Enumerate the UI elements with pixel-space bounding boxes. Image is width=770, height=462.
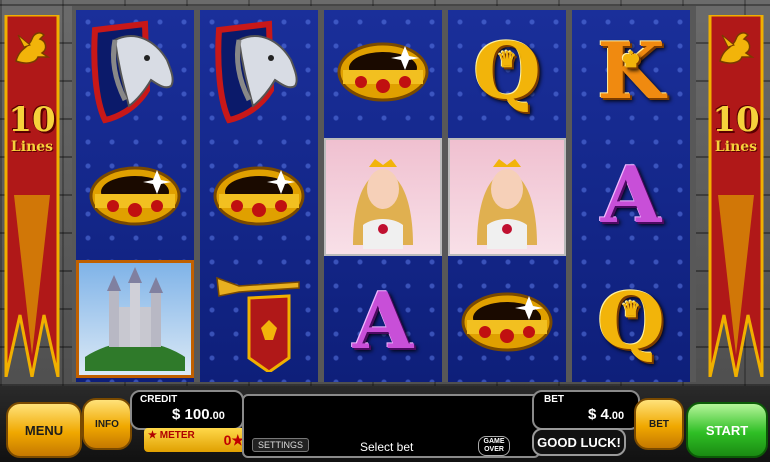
symbol-princess (324, 138, 442, 256)
game-over-indicator: GAME OVER (478, 436, 510, 456)
symbol-ring (448, 260, 566, 384)
trumpet-banner-icon (216, 276, 300, 372)
dragon-icon (15, 32, 51, 64)
credit-value: $ 100.00 (172, 406, 225, 423)
symbol-queen: ♛ Q (448, 10, 566, 134)
princess-icon (353, 159, 413, 249)
symbol-queen: ♛ Q (572, 260, 690, 384)
symbol-ring (200, 134, 318, 258)
lines-count: 10 (712, 100, 760, 140)
reel-4: ♛ Q (448, 10, 566, 382)
lines-banner-left: 10 Lines (4, 15, 60, 377)
credit-panel: CREDIT $ 100.00 (130, 390, 244, 430)
symbol-princess (448, 138, 566, 256)
symbol-ace: A (324, 260, 442, 384)
reel-5: ♚ K A ♛ Q (572, 10, 690, 382)
reel-1 (76, 10, 194, 382)
queen-symbol: ♛ Q (597, 282, 665, 362)
info-button[interactable]: INFO (82, 398, 132, 450)
symbol-ring (324, 10, 442, 134)
bet-button[interactable]: BET (634, 398, 684, 450)
ace-symbol: A (352, 276, 414, 367)
menu-button[interactable]: MENU (6, 402, 82, 458)
meter-value: 0★ (223, 432, 244, 448)
bet-label: BET (544, 394, 564, 405)
control-bar: MENU INFO CREDIT $ 100.00 ★ METER 0★ SET… (0, 386, 770, 462)
status-message: Select bet (360, 440, 414, 454)
gold-ring-icon (337, 42, 429, 102)
symbol-castle (76, 260, 194, 378)
settings-button[interactable]: SETTINGS (252, 438, 310, 452)
horse-shield-icon (91, 20, 174, 124)
dragon-icon (719, 32, 755, 64)
ace-symbol: A (600, 150, 662, 241)
symbol-king: ♚ K (572, 10, 690, 134)
reel-area: A ♛ Q ♚ K A ♛ Q (72, 6, 696, 382)
meter-label: ★ METER (148, 430, 195, 441)
king-symbol: ♚ K (597, 32, 665, 112)
crown-icon: ♚ (621, 47, 641, 73)
princess-icon (477, 159, 537, 249)
reel-3: A (324, 10, 442, 382)
lines-banner-right: 10 Lines (708, 15, 764, 377)
symbol-trumpet (200, 258, 318, 382)
lines-label: Lines (714, 139, 758, 155)
bet-panel: BET $ 4.00 (532, 390, 640, 430)
bet-value: $ 4.00 (588, 406, 625, 423)
gold-ring-icon (461, 292, 553, 352)
symbol-ace: A (572, 134, 690, 258)
symbol-horse-shield (200, 10, 318, 134)
meter-panel: ★ METER 0★ (144, 428, 248, 452)
horse-shield-icon (215, 20, 298, 124)
queen-symbol: ♛ Q (473, 32, 541, 112)
gold-ring-icon (89, 166, 181, 226)
lines-label: Lines (10, 139, 54, 155)
lines-count: 10 (8, 100, 56, 140)
credit-label: CREDIT (140, 394, 178, 405)
symbol-horse-shield (76, 10, 194, 134)
message-panel: SETTINGS Select bet GAME OVER (242, 394, 540, 458)
symbol-ring (76, 134, 194, 258)
good-luck-display: GOOD LUCK! (532, 428, 626, 456)
start-button[interactable]: START (686, 402, 768, 458)
reel-2 (200, 10, 318, 382)
crown-icon: ♛ (497, 47, 517, 73)
castle-icon (85, 267, 185, 371)
crown-icon: ♛ (621, 297, 641, 323)
gold-ring-icon (213, 166, 305, 226)
